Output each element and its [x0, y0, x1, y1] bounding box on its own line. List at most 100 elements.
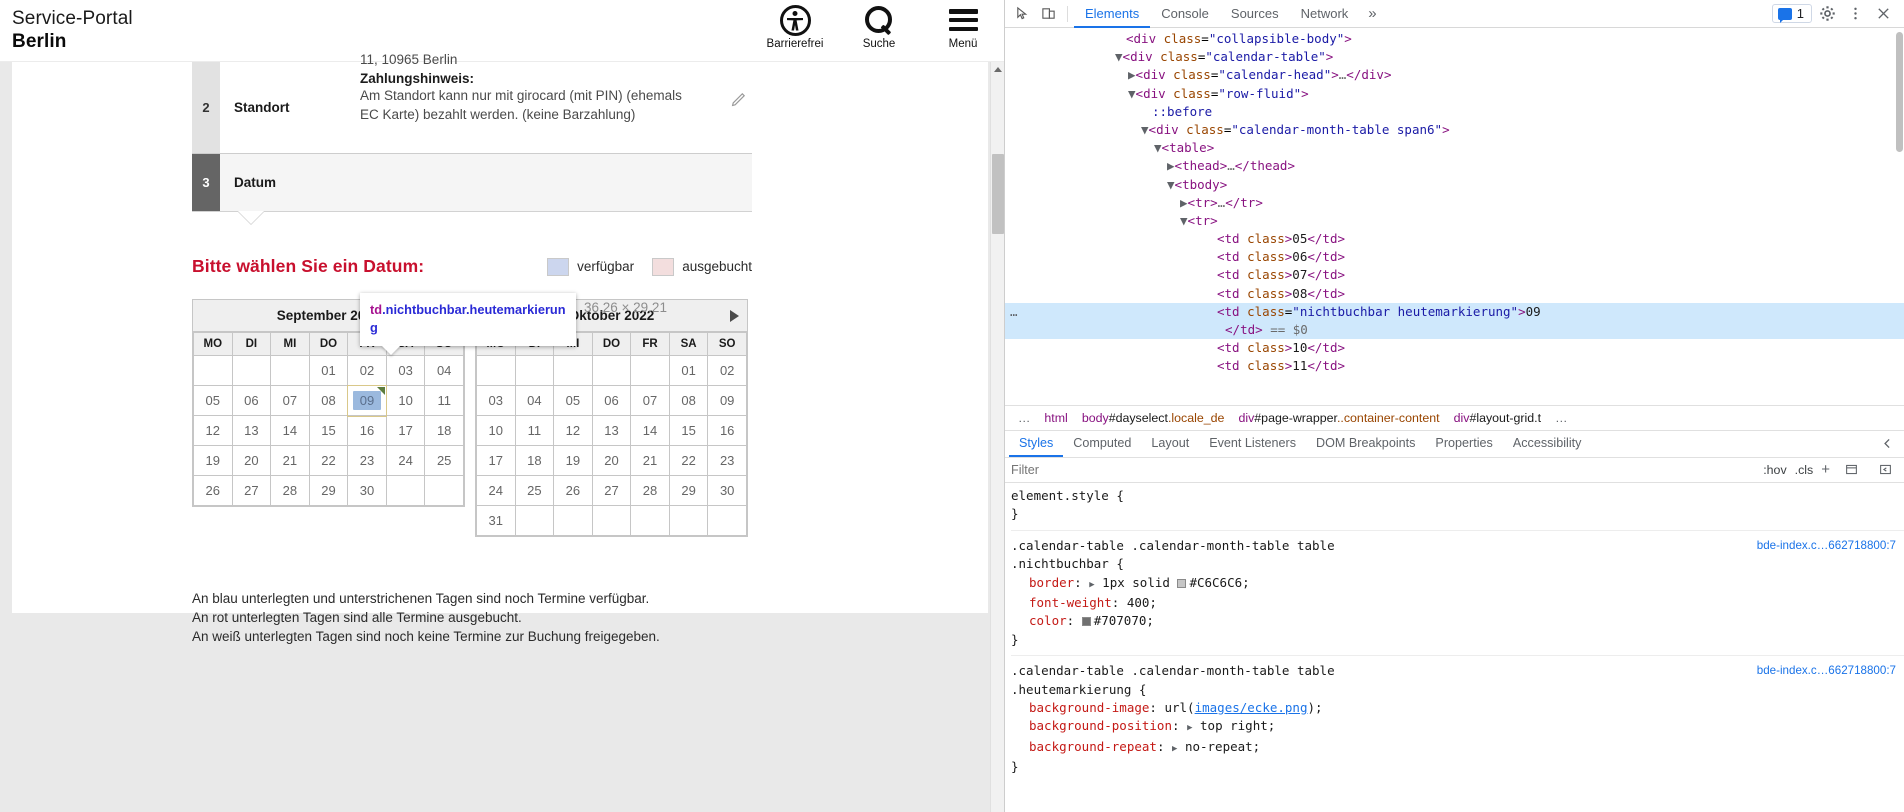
calendar-day-cell[interactable]: 29: [308, 475, 349, 506]
devtools-tab-sources[interactable]: Sources: [1220, 0, 1290, 28]
css-rule[interactable]: .calendar-table .calendar-month-table ta…: [1011, 662, 1904, 776]
more-tabs-button[interactable]: »: [1359, 5, 1385, 22]
sidebar-tab-event-listeners[interactable]: Event Listeners: [1199, 431, 1306, 457]
calendar-day-cell[interactable]: 10: [476, 415, 516, 446]
sidebar-expand-icon[interactable]: [1874, 432, 1900, 456]
calendar-next-month-arrow-icon[interactable]: [730, 309, 739, 322]
calendar-day-cell[interactable]: 26: [553, 475, 593, 506]
calendar-day-cell[interactable]: 17: [476, 445, 516, 476]
calendar-day-cell[interactable]: 04: [424, 355, 464, 386]
styles-filter-input[interactable]: [1011, 462, 1756, 477]
calendar-day-cell[interactable]: 25: [424, 445, 464, 476]
calendar-day-cell[interactable]: 02: [347, 355, 387, 386]
calendar-day-cell[interactable]: 26: [193, 475, 233, 506]
calendar-day-cell[interactable]: 24: [385, 445, 426, 476]
styles-panel-collapse-icon[interactable]: [1872, 458, 1898, 482]
calendar-day-cell[interactable]: 12: [193, 415, 233, 446]
sidebar-tab-computed[interactable]: Computed: [1063, 431, 1141, 457]
calendar-day-cell[interactable]: 21: [630, 445, 670, 476]
breadcrumb-item[interactable]: div#page-wrapper..container-content: [1231, 411, 1446, 425]
css-rule[interactable]: element.style {}: [1011, 487, 1904, 524]
calendar-day-cell[interactable]: 15: [308, 415, 349, 446]
calendar-day-cell[interactable]: 14: [630, 415, 670, 446]
calendar-day-cell[interactable]: 18: [424, 415, 464, 446]
calendar-day-cell[interactable]: 19: [553, 445, 593, 476]
search-button[interactable]: Suche: [850, 3, 908, 50]
calendar-day-cell[interactable]: 08: [668, 385, 709, 416]
calendar-day-cell[interactable]: 13: [231, 415, 272, 446]
calendar-day-cell[interactable]: 29: [668, 475, 709, 506]
step-standort[interactable]: 2 Standort 11, 10965 Berlin Zahlungshinw…: [192, 52, 752, 154]
calendar-day-cell[interactable]: 01: [668, 355, 709, 386]
calendar-day-cell[interactable]: 03: [476, 385, 516, 416]
calendar-day-cell[interactable]: 05: [553, 385, 593, 416]
css-declaration[interactable]: border: ▶ 1px solid #C6C6C6;: [1011, 574, 1904, 594]
calendar-day-cell[interactable]: 23: [347, 445, 387, 476]
calendar-day-cell[interactable]: 27: [591, 475, 632, 506]
calendar-day-cell[interactable]: 31: [476, 505, 516, 536]
css-selector[interactable]: element.style {: [1011, 487, 1904, 505]
calendar-day-cell[interactable]: 07: [270, 385, 310, 416]
cls-toggle-button[interactable]: .cls: [1795, 463, 1814, 477]
dom-node[interactable]: ▶<div class="calendar-head">…</div>: [1005, 66, 1904, 84]
menu-button[interactable]: Menü: [934, 3, 992, 50]
pencil-icon[interactable]: [730, 92, 746, 108]
css-selector-continued[interactable]: .heutemarkierung {: [1011, 681, 1904, 699]
dom-node[interactable]: ▼<table>: [1005, 139, 1904, 157]
dom-node[interactable]: ▼<tr>: [1005, 212, 1904, 230]
dom-node[interactable]: <td class>07</td>: [1005, 266, 1904, 284]
calendar-day-cell[interactable]: 06: [591, 385, 632, 416]
dom-node[interactable]: <td class>10</td>: [1005, 339, 1904, 357]
calendar-day-cell[interactable]: 24: [476, 475, 516, 506]
accessibility-button[interactable]: Barrierefrei: [766, 3, 824, 50]
console-message-badge[interactable]: 1: [1771, 4, 1812, 23]
sidebar-tab-properties[interactable]: Properties: [1425, 431, 1502, 457]
calendar-day-cell[interactable]: 15: [668, 415, 709, 446]
calendar-day-cell[interactable]: 11: [514, 415, 555, 446]
calendar-day-cell[interactable]: 20: [591, 445, 632, 476]
calendar-day-cell[interactable]: 16: [347, 415, 387, 446]
calendar-day-cell[interactable]: 20: [231, 445, 272, 476]
calendar-day-cell[interactable]: 17: [385, 415, 426, 446]
breadcrumb-item[interactable]: html: [1037, 411, 1074, 425]
sidebar-tab-layout[interactable]: Layout: [1141, 431, 1199, 457]
new-style-rule-button[interactable]: +: [1821, 462, 1830, 477]
calendar-day-cell[interactable]: 11: [424, 385, 464, 416]
calendar-day-cell[interactable]: 01: [308, 355, 349, 386]
calendar-day-cell[interactable]: 28: [270, 475, 310, 506]
css-declaration[interactable]: font-weight: 400;: [1011, 594, 1904, 612]
scrollbar-thumb[interactable]: [992, 154, 1004, 234]
calendar-day-cell[interactable]: 30: [707, 475, 747, 506]
css-selector-continued[interactable]: .nichtbuchbar {: [1011, 555, 1904, 573]
dom-node[interactable]: ::before: [1005, 103, 1904, 121]
inspect-element-icon[interactable]: [1009, 2, 1035, 26]
calendar-day-cell[interactable]: 05: [193, 385, 233, 416]
calendar-day-cell[interactable]: 04: [514, 385, 555, 416]
css-rule[interactable]: .calendar-table .calendar-month-table ta…: [1011, 537, 1904, 649]
dom-node[interactable]: ▼<div class="calendar-table">: [1005, 48, 1904, 66]
site-brand[interactable]: Service-Portal Berlin: [12, 7, 133, 53]
dom-node-selected[interactable]: … <td class="nichtbuchbar heutemarkierung…: [1005, 302, 1904, 321]
css-source-link[interactable]: bde-index.c…662718800:7: [1757, 662, 1896, 680]
device-toolbar-icon[interactable]: [1035, 2, 1061, 26]
calendar-day-cell[interactable]: 21: [270, 445, 310, 476]
calendar-day-cell[interactable]: 19: [193, 445, 233, 476]
dom-node[interactable]: <td class>05</td>: [1005, 230, 1904, 248]
calendar-day-cell[interactable]: 28: [630, 475, 670, 506]
gear-icon[interactable]: [1814, 2, 1840, 26]
sidebar-tab-styles[interactable]: Styles: [1009, 431, 1063, 457]
page-scrollbar[interactable]: [990, 62, 1004, 812]
calendar-day-cell[interactable]: 13: [591, 415, 632, 446]
devtools-tab-network[interactable]: Network: [1290, 0, 1360, 28]
calendar-day-cell[interactable]: 09: [707, 385, 747, 416]
step-datum[interactable]: 3 Datum: [192, 154, 752, 224]
breadcrumb-overflow[interactable]: …: [1011, 411, 1037, 425]
breadcrumb[interactable]: … html body#dayselect.locale_de div#page-wr…: [1005, 404, 1904, 431]
calendar-day-cell[interactable]: 08: [308, 385, 349, 416]
devtools-tab-elements[interactable]: Elements: [1074, 0, 1150, 28]
dom-node[interactable]: ▼<tbody>: [1005, 176, 1904, 194]
calendar-day-cell[interactable]: 14: [270, 415, 310, 446]
computed-sidebar-icon[interactable]: [1838, 458, 1864, 482]
css-source-link[interactable]: bde-index.c…662718800:7: [1757, 537, 1896, 555]
css-declaration[interactable]: background-image: url(images/ecke.png);: [1011, 699, 1904, 717]
